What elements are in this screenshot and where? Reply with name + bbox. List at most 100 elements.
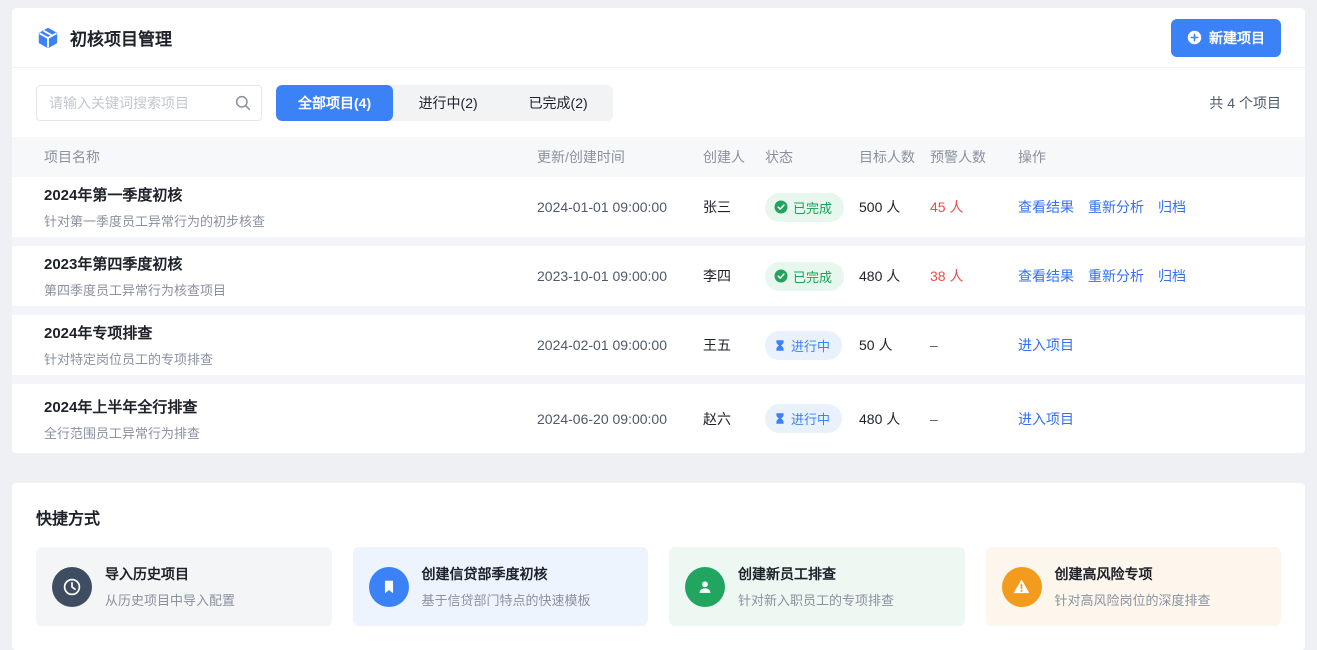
cube-icon: [36, 26, 60, 50]
project-warning-count: 45 人: [930, 197, 1018, 217]
hourglass-icon: [774, 339, 786, 352]
page-header-left: 初核项目管理: [36, 25, 172, 50]
project-name-cell: 2024年上半年全行排查 全行范围员工异常行为排查: [36, 396, 537, 442]
shortcut-card-text: 创建新员工排查 针对新入职员工的专项排查: [738, 564, 894, 609]
archive-link[interactable]: 归档: [1158, 266, 1186, 286]
shortcut-high-risk-special[interactable]: 创建高风险专项 针对高风险岗位的深度排查: [986, 547, 1282, 626]
table-header-row: 项目名称 更新/创建时间 创建人 状态 目标人数 预警人数 操作: [12, 137, 1305, 177]
status-badge-label: 已完成: [793, 267, 832, 286]
new-project-button-label: 新建项目: [1209, 28, 1265, 48]
project-name-cell: 2023年第四季度初核 第四季度员工异常行为核查项目: [36, 253, 537, 299]
project-time: 2024-02-01 09:00:00: [537, 337, 703, 353]
search-box: [36, 85, 262, 121]
table-row: 2024年第一季度初核 针对第一季度员工异常行为的初步核查 2024-01-01…: [12, 177, 1305, 246]
plus-circle-icon: [1187, 30, 1202, 45]
column-header-target: 目标人数: [859, 147, 930, 167]
reanalyze-link[interactable]: 重新分析: [1088, 266, 1144, 286]
project-description: 第四季度员工异常行为核查项目: [44, 280, 537, 299]
project-creator: 李四: [703, 266, 765, 286]
project-warning-count: –: [930, 337, 1018, 353]
shortcut-new-employee-screening[interactable]: 创建新员工排查 针对新入职员工的专项排查: [669, 547, 965, 626]
tab-all-projects[interactable]: 全部项目(4): [276, 85, 393, 121]
table-row: 2023年第四季度初核 第四季度员工异常行为核查项目 2023-10-01 09…: [12, 246, 1305, 315]
clock-icon: [52, 567, 92, 607]
column-header-name: 项目名称: [36, 147, 537, 167]
status-badge: 已完成: [765, 262, 844, 291]
project-time: 2024-01-01 09:00:00: [537, 199, 703, 215]
shortcut-cards: 导入历史项目 从历史项目中导入配置 创建信贷部季度初核 基于信贷部门特点的快速模…: [36, 547, 1281, 626]
shortcut-credit-dept-review[interactable]: 创建信贷部季度初核 基于信贷部门特点的快速模板: [353, 547, 649, 626]
shortcut-card-text: 导入历史项目 从历史项目中导入配置: [105, 564, 235, 609]
project-status-cell: 已完成: [765, 193, 859, 222]
shortcut-card-subtitle: 基于信贷部门特点的快速模板: [422, 590, 591, 609]
project-count-text: 共 4 个项目: [1209, 93, 1281, 113]
shortcut-import-history[interactable]: 导入历史项目 从历史项目中导入配置: [36, 547, 332, 626]
project-operations: 进入项目: [1018, 335, 1281, 355]
new-project-button[interactable]: 新建项目: [1171, 19, 1281, 57]
shortcuts-panel: 快捷方式 导入历史项目 从历史项目中导入配置 创建信贷部季度初核: [12, 483, 1305, 650]
enter-project-link[interactable]: 进入项目: [1018, 409, 1074, 429]
project-status-cell: 进行中: [765, 404, 859, 433]
project-name-cell: 2024年第一季度初核 针对第一季度员工异常行为的初步核查: [36, 184, 537, 230]
shortcut-card-subtitle: 从历史项目中导入配置: [105, 590, 235, 609]
shortcut-card-title: 导入历史项目: [105, 564, 235, 584]
enter-project-link[interactable]: 进入项目: [1018, 335, 1074, 355]
tab-completed[interactable]: 已完成(2): [503, 85, 613, 121]
table-row: 2024年上半年全行排查 全行范围员工异常行为排查 2024-06-20 09:…: [12, 384, 1305, 453]
tab-in-progress[interactable]: 进行中(2): [393, 85, 503, 121]
status-badge: 进行中: [765, 404, 842, 433]
hourglass-icon: [774, 412, 786, 425]
view-results-link[interactable]: 查看结果: [1018, 197, 1074, 217]
column-header-operations: 操作: [1018, 147, 1281, 167]
search-input[interactable]: [36, 85, 262, 121]
project-operations: 查看结果 重新分析 归档: [1018, 266, 1281, 286]
reanalyze-link[interactable]: 重新分析: [1088, 197, 1144, 217]
status-badge-label: 进行中: [791, 336, 830, 355]
project-operations: 查看结果 重新分析 归档: [1018, 197, 1281, 217]
status-badge-label: 进行中: [791, 409, 830, 428]
shortcut-card-text: 创建高风险专项 针对高风险岗位的深度排查: [1055, 564, 1211, 609]
project-warning-count: 38 人: [930, 266, 1018, 286]
project-target-count: 50 人: [859, 335, 930, 355]
check-circle-icon: [774, 269, 788, 283]
shortcut-card-text: 创建信贷部季度初核 基于信贷部门特点的快速模板: [422, 564, 591, 609]
project-status-cell: 已完成: [765, 262, 859, 291]
shortcut-card-title: 创建高风险专项: [1055, 564, 1211, 584]
warning-icon: [1002, 567, 1042, 607]
shortcut-card-title: 创建新员工排查: [738, 564, 894, 584]
project-description: 全行范围员工异常行为排查: [44, 423, 537, 442]
project-warning-count: –: [930, 411, 1018, 427]
shortcut-card-subtitle: 针对新入职员工的专项排查: [738, 590, 894, 609]
project-creator: 王五: [703, 335, 765, 355]
project-name: 2023年第四季度初核: [44, 253, 537, 274]
search-icon[interactable]: [234, 94, 252, 112]
project-name-cell: 2024年专项排查 针对特定岗位员工的专项排查: [36, 322, 537, 368]
project-target-count: 480 人: [859, 409, 930, 429]
project-name: 2024年专项排查: [44, 322, 537, 343]
project-creator: 张三: [703, 197, 765, 217]
project-name: 2024年第一季度初核: [44, 184, 537, 205]
main-panel: 初核项目管理 新建项目 全部项目(4) 进行中(2): [12, 8, 1305, 453]
column-header-warning: 预警人数: [930, 147, 1018, 167]
page-title: 初核项目管理: [70, 25, 172, 50]
shortcut-card-title: 创建信贷部季度初核: [422, 564, 591, 584]
project-time: 2023-10-01 09:00:00: [537, 268, 703, 284]
project-time: 2024-06-20 09:00:00: [537, 411, 703, 427]
project-operations: 进入项目: [1018, 409, 1281, 429]
check-circle-icon: [774, 200, 788, 214]
project-description: 针对特定岗位员工的专项排查: [44, 349, 537, 368]
toolbar: 全部项目(4) 进行中(2) 已完成(2) 共 4 个项目: [12, 68, 1305, 137]
status-badge: 已完成: [765, 193, 844, 222]
page-header: 初核项目管理 新建项目: [12, 8, 1305, 68]
table-row: 2024年专项排查 针对特定岗位员工的专项排查 2024-02-01 09:00…: [12, 315, 1305, 384]
view-results-link[interactable]: 查看结果: [1018, 266, 1074, 286]
bookmark-icon: [369, 567, 409, 607]
shortcuts-title: 快捷方式: [36, 505, 1281, 529]
project-description: 针对第一季度员工异常行为的初步核查: [44, 211, 537, 230]
archive-link[interactable]: 归档: [1158, 197, 1186, 217]
project-creator: 赵六: [703, 409, 765, 429]
column-header-time: 更新/创建时间: [537, 147, 703, 167]
shortcut-card-subtitle: 针对高风险岗位的深度排查: [1055, 590, 1211, 609]
status-badge-label: 已完成: [793, 198, 832, 217]
project-filter-tabs: 全部项目(4) 进行中(2) 已完成(2): [276, 85, 613, 121]
